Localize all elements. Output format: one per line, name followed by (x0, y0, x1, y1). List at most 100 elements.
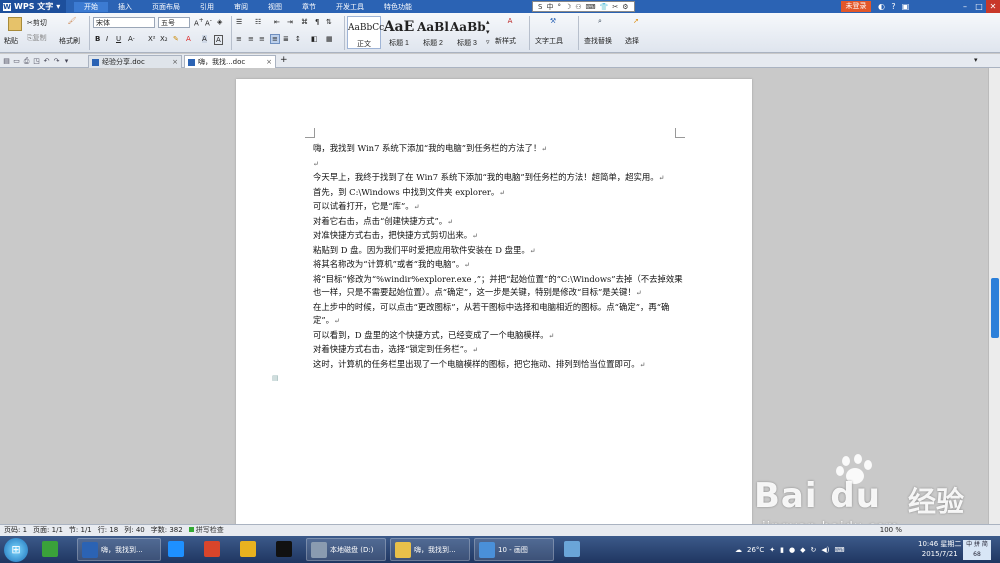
taskbar-app-chrome[interactable] (240, 538, 259, 561)
style-heading-1[interactable]: AaE 标题 1 (382, 16, 416, 49)
menu-review[interactable]: 审阅 (224, 2, 258, 12)
shading-icon[interactable]: ◧ (311, 35, 318, 43)
tab-document-2[interactable]: 嗨，我找...doc × (184, 55, 276, 68)
menu-insert[interactable]: 插入 (108, 2, 142, 12)
taskbar-app-wps-spreadsheet[interactable] (42, 538, 61, 561)
align-center-icon[interactable]: ≡ (248, 35, 254, 43)
format-painter-icon[interactable]: 🖌 (66, 17, 78, 29)
tray-app-icon[interactable]: ✦ (769, 546, 775, 554)
volume-icon[interactable]: ◀) (821, 546, 829, 554)
taskbar-app-ie[interactable] (168, 538, 187, 561)
style-normal[interactable]: AaBbCc 正文 (347, 16, 384, 49)
tray-security-icon[interactable]: ◆ (800, 546, 805, 554)
clock[interactable]: 10:46 星期二 2015/7/21 (918, 539, 961, 559)
bold-icon[interactable]: B (95, 35, 100, 43)
tab-document-1[interactable]: 经验分享.doc × (88, 55, 182, 68)
clear-format-icon[interactable]: ◈ (217, 18, 222, 26)
status-words[interactable]: 字数: 382 (151, 525, 183, 536)
menu-view[interactable]: 视图 (258, 2, 292, 12)
spell-check-toggle[interactable]: 拼写检查 (189, 525, 224, 536)
copy-button[interactable]: ⎘复制 (27, 33, 47, 43)
subscript-icon[interactable]: X₂ (160, 35, 168, 43)
redo-icon[interactable]: ↷ (52, 56, 61, 66)
paragraph-handle-icon[interactable]: ▤ (272, 374, 280, 382)
print-preview-icon[interactable]: ◳ (32, 56, 41, 66)
vertical-scrollbar[interactable] (988, 68, 1000, 524)
menu-chapter[interactable]: 章节 (292, 2, 326, 12)
new-style-icon[interactable]: A (504, 17, 516, 29)
close-icon[interactable]: ✕ (986, 0, 1000, 13)
scrollbar-thumb[interactable] (991, 278, 999, 338)
new-style-label[interactable]: 新样式 (495, 36, 516, 46)
save-icon[interactable]: ▤ (2, 56, 11, 66)
print-icon[interactable]: ⎙ (22, 56, 31, 66)
maximize-icon[interactable]: □ (972, 0, 986, 13)
scissors-icon[interactable]: ✂ (612, 3, 618, 11)
new-tab-icon[interactable]: + (280, 55, 288, 65)
justify-icon[interactable]: ≡ (270, 34, 280, 44)
shirt-icon[interactable]: ▣ (900, 1, 911, 12)
format-painter-label[interactable]: 格式刷 (59, 36, 80, 46)
taskbar-app-computer[interactable] (564, 538, 583, 561)
ime-mode[interactable]: 中 (546, 2, 553, 12)
taskbar-app-paint[interactable]: 10 - 画图 (474, 538, 554, 561)
paste-icon[interactable] (8, 17, 22, 31)
menu-developer[interactable]: 开发工具 (326, 2, 374, 12)
undo-icon[interactable]: ↶ (42, 56, 51, 66)
align-left-icon[interactable]: ≡ (236, 35, 242, 43)
app-menu-button[interactable]: W WPS 文字 ▾ (0, 0, 66, 13)
taskbar-app-folder[interactable]: 嗨，我找到... (390, 538, 470, 561)
numbered-list-icon[interactable]: ☷ (255, 18, 261, 26)
ime-toolbar[interactable]: S 中 ° ☽ ⚇ ⌨ 👕 ✂ ⚙ (532, 1, 635, 12)
style-heading-2[interactable]: AaBl 标题 2 (416, 16, 450, 49)
grow-font-icon[interactable]: A+ (194, 18, 204, 27)
tab-menu-icon[interactable]: ▾ (974, 56, 978, 64)
sort-icon[interactable]: ⇅ (326, 18, 332, 26)
binoculars-icon[interactable]: ⌕ (594, 17, 606, 29)
taskbar-app-qq[interactable] (276, 538, 295, 561)
skin-icon[interactable]: 👕 (600, 3, 609, 11)
underline-icon[interactable]: U (116, 35, 121, 43)
line-spacing-icon[interactable]: ↕ (295, 35, 301, 43)
borders-icon[interactable]: ▦ (326, 35, 333, 43)
help-icon[interactable]: ? (888, 1, 899, 12)
minimize-icon[interactable]: – (958, 0, 972, 13)
document-body[interactable]: 嗨，我找到 Win7 系统下添加“我的电脑”到任务栏的方法了！↵ ↵ 今天早上，… (313, 142, 683, 372)
moon-icon[interactable]: ☽ (565, 3, 571, 11)
voice-icon[interactable]: ⚇ (575, 3, 581, 11)
network-icon[interactable]: ▮ (780, 546, 784, 554)
tray-sync-icon[interactable]: ↻ (811, 546, 817, 554)
italic-icon[interactable]: I (106, 35, 108, 43)
font-size-field[interactable]: 五号 (158, 17, 190, 28)
menu-references[interactable]: 引用 (190, 2, 224, 12)
style-heading-3[interactable]: AaBb 标题 3 (450, 16, 486, 49)
text-tools-icon[interactable]: ⚒ (547, 17, 559, 29)
distributed-icon[interactable]: ≣ (283, 35, 289, 43)
superscript-icon[interactable]: X² (148, 35, 156, 43)
char-shading-icon[interactable]: A (202, 35, 207, 43)
open-icon[interactable]: ▭ (12, 56, 21, 66)
decrease-indent-icon[interactable]: ⇤ (274, 18, 280, 26)
chevron-down-icon[interactable]: ▾ (62, 56, 71, 66)
document-page[interactable]: 嗨，我找到 Win7 系统下添加“我的电脑”到任务栏的方法了！↵ ↵ 今天早上，… (236, 79, 752, 529)
skin-icon[interactable]: ◐ (876, 1, 887, 12)
font-name-field[interactable]: 宋体 (93, 17, 155, 28)
show-marks-icon[interactable]: ¶ (315, 18, 319, 26)
menu-home[interactable]: 开始 (74, 1, 108, 12)
cursor-icon[interactable]: ➚ (630, 17, 642, 29)
taskbar-app-wps-writer[interactable]: 嗨，我找到... (77, 538, 161, 561)
select-label[interactable]: 选择 (625, 36, 639, 46)
ime-indicator[interactable]: 中 拼 简 68 (963, 540, 991, 560)
login-button[interactable]: 未登录 (841, 1, 871, 12)
taskbar-app-explorer-d[interactable]: 本地磁盘 (D:) (306, 538, 386, 561)
keyboard-icon[interactable]: ⌨ (586, 3, 596, 11)
increase-indent-icon[interactable]: ⇥ (287, 18, 293, 26)
strikethrough-icon[interactable]: A· (128, 35, 135, 43)
char-border-icon[interactable]: A (214, 35, 223, 45)
style-scroll[interactable]: ▴ ▾ ▿ (486, 17, 490, 47)
font-color-icon[interactable]: A (186, 35, 191, 43)
start-button[interactable]: ⊞ (4, 538, 28, 562)
zoom-level[interactable]: 100 % (880, 525, 902, 536)
shrink-font-icon[interactable]: A- (205, 18, 212, 27)
chinese-layout-icon[interactable]: ⌘ (301, 18, 308, 26)
